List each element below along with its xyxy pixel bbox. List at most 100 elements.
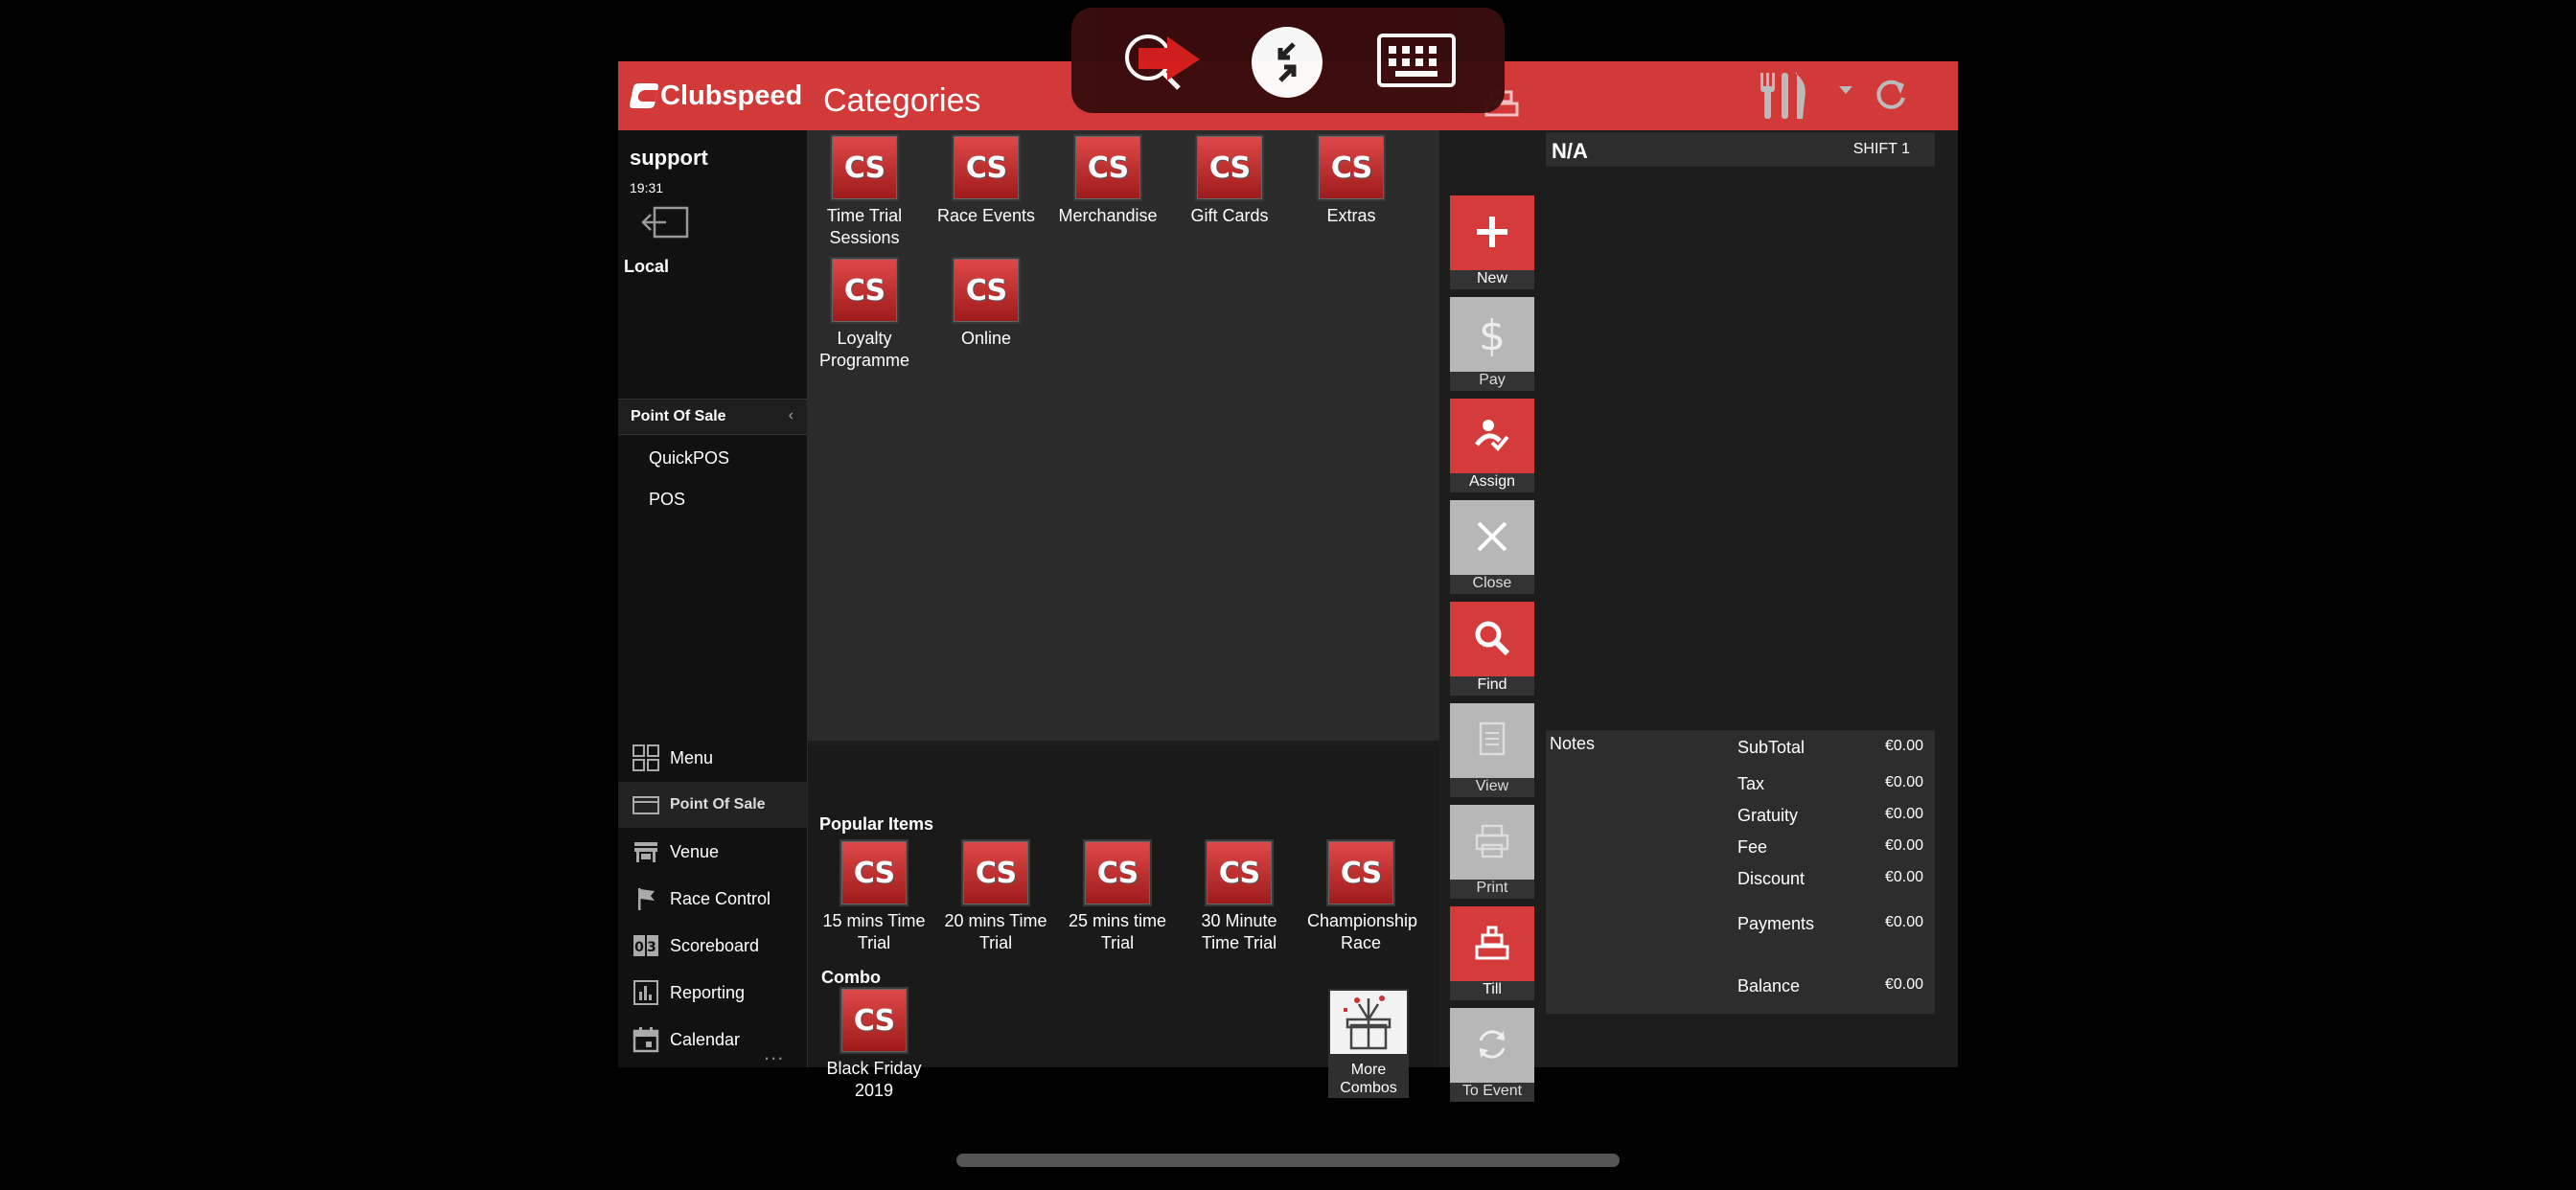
- total-value: €0.00: [1884, 774, 1923, 790]
- popular-item-20-mins[interactable]: CS 20 mins Time Trial: [942, 841, 1049, 954]
- cs-category-icon: CS: [954, 136, 1019, 199]
- new-button[interactable]: New: [1450, 195, 1534, 289]
- total-label: Balance: [1737, 976, 1801, 995]
- categories-panel: CS Time Trial Sessions CS Race Events CS…: [808, 130, 1439, 741]
- total-label: Gratuity: [1737, 806, 1799, 825]
- find-button[interactable]: Find: [1450, 602, 1534, 696]
- gift-box-icon: [1330, 991, 1407, 1054]
- action-label: Assign: [1450, 473, 1534, 492]
- total-value: €0.00: [1884, 869, 1923, 885]
- to-event-button[interactable]: To Event: [1450, 1008, 1534, 1102]
- tax-row: Tax €0.00: [1737, 774, 1923, 794]
- nav-label: Scoreboard: [670, 935, 760, 955]
- category-label: Loyalty Programme: [818, 329, 910, 370]
- cs-item-icon: CS: [1207, 841, 1272, 904]
- grid-icon: [632, 744, 659, 771]
- cs-item-icon: CS: [841, 841, 907, 904]
- cs-category-icon: CS: [1075, 136, 1140, 199]
- calendar-icon: [632, 1027, 659, 1053]
- category-race-events[interactable]: CS Race Events: [932, 136, 1040, 227]
- category-time-trial-sessions[interactable]: CS Time Trial Sessions: [811, 136, 918, 249]
- chevron-left-icon[interactable]: ‹: [789, 407, 794, 424]
- print-button[interactable]: Print: [1450, 805, 1534, 899]
- combo-item-black-friday[interactable]: CS Black Friday 2019: [820, 989, 928, 1102]
- view-button[interactable]: View: [1450, 703, 1534, 797]
- category-label: Extras: [1326, 206, 1376, 225]
- store-icon: [634, 842, 657, 862]
- popular-item-30-minute[interactable]: CS 30 Minute Time Trial: [1185, 841, 1293, 954]
- sidebar-item-race-control[interactable]: Race Control: [618, 876, 807, 922]
- total-value: €0.00: [1884, 914, 1923, 930]
- logout-icon[interactable]: [639, 205, 691, 240]
- cs-item-icon: CS: [1328, 841, 1393, 904]
- sidebar-item-quickpos[interactable]: QuickPOS: [649, 448, 729, 469]
- action-label: Pay: [1450, 372, 1534, 391]
- more-options-icon[interactable]: ...: [764, 1041, 784, 1065]
- sidebar-item-reporting[interactable]: Reporting: [618, 970, 807, 1016]
- pos-app-window: Clubspeed Categories support 19:31 Local…: [618, 61, 1958, 1102]
- dropdown-caret-icon[interactable]: [1837, 84, 1854, 96]
- category-label: Gift Cards: [1190, 206, 1269, 225]
- document-icon: [1450, 703, 1534, 776]
- page-title: Categories: [823, 82, 981, 119]
- action-label: Till: [1450, 981, 1534, 1000]
- flag-icon: [638, 888, 655, 910]
- sidebar-item-scoreboard[interactable]: 0 3 Scoreboard: [618, 923, 807, 969]
- gratuity-row: Gratuity €0.00: [1737, 806, 1923, 826]
- totals-panel: Notes SubTotal €0.00 Tax €0.00 Gratuity €0.…: [1546, 730, 1935, 1014]
- action-label: Print: [1450, 880, 1534, 899]
- category-gift-cards[interactable]: CS Gift Cards: [1176, 136, 1283, 227]
- total-label: Payments: [1737, 914, 1815, 933]
- popular-item-championship-race[interactable]: CS Championship Race: [1307, 841, 1417, 954]
- shift-label: SHIFT 1: [1852, 141, 1910, 157]
- red-arrow-icon: [1138, 36, 1200, 80]
- order-header[interactable]: N/A SHIFT 1: [1546, 132, 1935, 167]
- chart-icon: [633, 980, 658, 1005]
- category-merchandise[interactable]: CS Merchandise: [1054, 136, 1162, 227]
- category-loyalty-programme[interactable]: CS Loyalty Programme: [811, 259, 918, 372]
- home-indicator[interactable]: [956, 1154, 1620, 1167]
- collapse-button[interactable]: [1252, 27, 1322, 98]
- category-label: Race Events: [936, 206, 1036, 225]
- nav-label: Reporting: [670, 982, 746, 1002]
- sidebar-item-venue[interactable]: Venue: [618, 829, 807, 875]
- plus-icon: [1450, 195, 1534, 268]
- scoreboard-icon: 0 3: [633, 935, 658, 956]
- item-label: 15 mins Time Trial: [822, 911, 926, 952]
- sidebar-item-point-of-sale[interactable]: Point Of Sale: [618, 782, 807, 828]
- action-label: View: [1450, 778, 1534, 797]
- sidebar-item-menu[interactable]: Menu: [618, 735, 807, 781]
- sidebar-item-pos[interactable]: POS: [649, 490, 685, 510]
- total-label: Tax: [1737, 774, 1765, 793]
- total-label: Discount: [1737, 869, 1806, 888]
- category-online[interactable]: CS Online: [932, 259, 1040, 350]
- assign-button[interactable]: Assign: [1450, 399, 1534, 492]
- popular-item-15-mins[interactable]: CS 15 mins Time Trial: [820, 841, 928, 954]
- collapse-arrows-icon: [1277, 42, 1297, 82]
- subtotal-row: SubTotal €0.00: [1737, 738, 1923, 758]
- category-extras[interactable]: CS Extras: [1298, 136, 1405, 227]
- total-label: SubTotal: [1737, 738, 1806, 757]
- cs-category-icon: CS: [954, 259, 1019, 322]
- point-of-sale-section-header[interactable]: Point Of Sale ‹: [618, 399, 807, 435]
- user-name: support: [630, 146, 708, 170]
- category-label: Time Trial Sessions: [826, 206, 903, 247]
- item-label: 25 mins time Trial: [1068, 911, 1167, 952]
- cs-category-icon: CS: [832, 259, 897, 322]
- close-button[interactable]: Close: [1450, 500, 1534, 594]
- fork-knife-icon[interactable]: [1755, 69, 1814, 123]
- action-label: Find: [1450, 676, 1534, 696]
- pay-button[interactable]: $ Pay: [1450, 297, 1534, 391]
- more-combos-button[interactable]: More Combos: [1328, 989, 1409, 1098]
- refresh-icon[interactable]: [1872, 75, 1910, 113]
- svg-text:0: 0: [634, 940, 644, 955]
- customer-name: N/A: [1552, 139, 1588, 163]
- category-label: Online: [960, 329, 1012, 348]
- total-value: €0.00: [1884, 806, 1923, 822]
- card-icon: [632, 796, 659, 814]
- till-button[interactable]: Till: [1450, 906, 1534, 1000]
- discount-row: Discount €0.00: [1737, 869, 1923, 889]
- popular-item-25-mins[interactable]: CS 25 mins time Trial: [1064, 841, 1171, 954]
- keyboard-icon[interactable]: [1376, 33, 1457, 88]
- notes-label[interactable]: Notes: [1550, 734, 1595, 754]
